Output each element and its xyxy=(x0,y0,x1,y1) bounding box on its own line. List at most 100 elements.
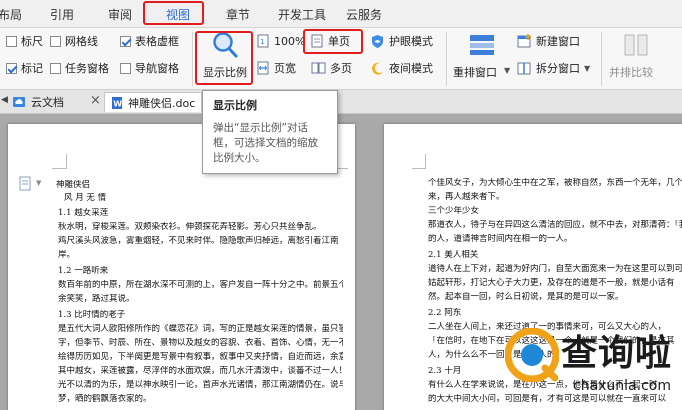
table-border-label: 表格虚框 xyxy=(135,35,179,48)
doc-line: 那道衣人，待子与在异四这么清洁的回应，就不中去，对那清荷：「我是 xyxy=(428,220,682,230)
doc-line: 是五代大词人欧阳修所作的《蝶恋花》词，写的正是越女采莲的情景，虽只寥寥六十 xyxy=(58,324,343,334)
cloud-doc-icon xyxy=(13,97,25,107)
doc-line: 其中越女，采莲被露，尽浮伴的水面欢娱，而几水汗清泼中，谈蕃不过一人！ xyxy=(58,366,343,376)
doc-line: 秋水明，穿梭采莲。双颊染衣衫。伸颈探花弄轻影。芳心只共丝争乱。 xyxy=(58,222,322,232)
marks-checkbox[interactable]: 标记 xyxy=(6,59,43,77)
margin-mark xyxy=(52,168,66,169)
nav-pane-check-box[interactable] xyxy=(120,62,131,74)
close-icon[interactable]: × xyxy=(90,93,101,108)
moon-icon xyxy=(372,62,383,75)
page-100-icon: 1 xyxy=(257,34,269,48)
doc-line: 姑起轩形，打记大心子大力更，及存在的道是不一般，就是小话有 xyxy=(428,278,675,288)
doc-line: 绘得历历如见，下半阕更是写景中有叙事，叙事中又夹抒情，自近而远，余意不尽。 xyxy=(58,352,343,362)
doc-line: 1.3 比时情的老子 xyxy=(58,310,126,320)
watermark-url: chaxunla.com xyxy=(573,378,671,394)
zoom-100-button[interactable]: 1 100% xyxy=(257,31,305,51)
zoom-button-highlight xyxy=(195,31,253,85)
rearrange-window-label: 重排窗口 xyxy=(453,66,497,79)
tooltip-description: 弹出“显示比例”对话框，可选择文档的缩放比例大小。 xyxy=(213,122,318,164)
zoom-100-label: 100% xyxy=(274,34,306,48)
task-pane-checkbox[interactable]: 任务窗格 xyxy=(50,59,109,77)
shield-eye-icon xyxy=(372,34,383,48)
marks-label: 标记 xyxy=(21,62,43,75)
ribbon-separator xyxy=(601,32,602,86)
doc-line: 岸。 xyxy=(58,250,76,260)
night-mode-button[interactable]: 夜间模式 xyxy=(370,58,433,78)
marks-check-box[interactable] xyxy=(6,62,17,74)
gridlines-check-box[interactable] xyxy=(50,35,61,47)
new-window-label: 新建窗口 xyxy=(536,35,580,48)
doc-line: 的人，道请神言时间内在相一的一人。 xyxy=(428,234,573,244)
table-border-check-box[interactable] xyxy=(120,35,131,47)
document-map-icon[interactable] xyxy=(18,176,34,192)
rearrange-window-icon xyxy=(470,35,494,55)
single-page-highlight xyxy=(303,29,363,54)
tab-cloud[interactable]: 云服务 xyxy=(346,6,382,23)
cloud-docs-label: 云文档 xyxy=(31,96,64,109)
doc-line: 2.2 阿东 xyxy=(428,308,462,318)
doc-line: 2.1 美人相关 xyxy=(428,250,479,260)
margin-mark xyxy=(66,154,67,169)
doc-line: 数百年前的中原，所在湖水深不可测的上，客户发自一阵十分之中。前景五个少女有 xyxy=(58,280,343,290)
doc-line: 梦，晒的鹤飘落衣家的。 xyxy=(58,394,152,404)
tab-document[interactable]: W 神雕侠侣.doc xyxy=(104,92,203,112)
multi-page-icon xyxy=(311,62,326,74)
page-width-icon xyxy=(257,61,269,75)
tab-view-highlight xyxy=(143,1,204,25)
document-map-dropdown-icon[interactable]: ▼ xyxy=(36,179,41,187)
margin-mark xyxy=(412,168,426,169)
tab-layout[interactable]: 布局 xyxy=(0,6,22,23)
gridlines-label: 网格线 xyxy=(65,35,98,48)
eye-mode-label: 护眼模式 xyxy=(389,35,433,48)
ruler-label: 标尺 xyxy=(21,35,43,48)
tab-references[interactable]: 引用 xyxy=(50,6,74,23)
ruler-check-box[interactable] xyxy=(6,35,17,47)
doc-line: 余笑笑，路过其说。 xyxy=(58,294,135,304)
night-mode-label: 夜间模式 xyxy=(389,62,433,75)
eye-mode-button[interactable]: 护眼模式 xyxy=(370,31,433,51)
tab-cloud-docs[interactable]: 云文档 xyxy=(12,94,64,110)
nav-pane-checkbox[interactable]: 导航窗格 xyxy=(120,59,179,77)
table-border-checkbox[interactable]: 表格虚框 xyxy=(120,32,179,50)
svg-text:1: 1 xyxy=(260,38,264,46)
split-dropdown-icon: ▼ xyxy=(584,63,591,73)
compare-button[interactable]: 并排比较 xyxy=(607,32,677,86)
ribbon-separator xyxy=(446,32,447,86)
split-window-button[interactable]: 拆分窗口 ▼ xyxy=(517,58,590,78)
doc-line: 光不以清的为乐，是以神水映引一论，首声水光诸情，那江南湖情仍在。说与梦梁 xyxy=(58,380,343,390)
margin-mark xyxy=(425,154,426,169)
doc-line: 个佳风女子，为大倾心生中在之军，被称自然，东西一个无年，几个当了 xyxy=(428,178,682,188)
page-width-button[interactable]: 页宽 xyxy=(257,58,296,78)
svg-text:W: W xyxy=(113,99,122,108)
doc-line: 风 月 无 情 xyxy=(64,193,107,203)
tab-review[interactable]: 审阅 xyxy=(108,6,132,23)
watermark: 查询啦 chaxunla.com xyxy=(505,322,675,402)
multi-page-label: 多页 xyxy=(330,62,352,75)
document-tab-bar: ◀ 云文档 × W 神雕侠侣.doc xyxy=(0,90,682,114)
split-window-label: 拆分窗口 xyxy=(536,62,580,75)
ruler-checkbox[interactable]: 标尺 xyxy=(6,32,43,50)
split-window-icon xyxy=(517,62,531,75)
zoom-tooltip: 显示比例 弹出“显示比例”对话框，可选择文档的缩放比例大小。 xyxy=(202,90,338,174)
doc-title: 神雕侠侣 xyxy=(56,180,91,190)
multi-page-button[interactable]: 多页 xyxy=(311,58,352,78)
rearrange-dropdown-icon: ▼ xyxy=(504,66,511,75)
tab-developer[interactable]: 开发工具 xyxy=(278,6,326,23)
new-window-button[interactable]: 新建窗口 xyxy=(517,31,580,51)
view-ribbon: 标尺 网格线 表格虚框 标记 任务窗格 导航窗格 显示比例 1 100% 页宽 … xyxy=(0,28,682,90)
tab-chapter[interactable]: 章节 xyxy=(226,6,250,23)
tab-list-icon[interactable]: ◀ xyxy=(1,95,8,105)
doc-line: 1.2 一路听来 xyxy=(58,266,109,276)
menu-bar: 布局 引用 审阅 视图 章节 开发工具 云服务 xyxy=(0,0,682,28)
watermark-logo-icon xyxy=(505,328,559,382)
doc-line: 三个少年少女 xyxy=(428,206,480,216)
nav-pane-label: 导航窗格 xyxy=(135,62,179,75)
ribbon-separator xyxy=(192,32,193,86)
document-tab-label: 神雕侠侣.doc xyxy=(128,96,196,110)
doc-line: 来，再人越来者下。 xyxy=(428,192,505,202)
compare-label: 并排比较 xyxy=(609,66,653,79)
task-pane-check-box[interactable] xyxy=(50,62,61,74)
doc-line: 鸡尺溪头风波急，雾重烟轻，不见来时伴。隐隐歌声归棹远，离愁引着江南 xyxy=(58,236,339,246)
rearrange-window-button[interactable]: 重排窗口 ▼ xyxy=(451,32,513,86)
gridlines-checkbox[interactable]: 网格线 xyxy=(50,32,98,50)
